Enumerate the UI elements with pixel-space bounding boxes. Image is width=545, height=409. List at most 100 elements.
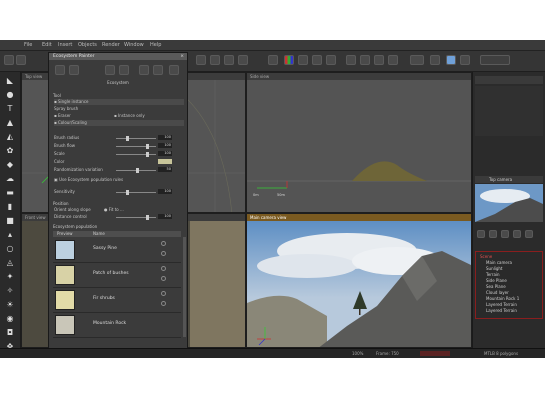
spot-light-icon[interactable]: ✧: [5, 286, 15, 296]
scale-icon[interactable]: [224, 55, 234, 65]
sphere-icon[interactable]: [298, 55, 308, 65]
camera-preview-thumbnail[interactable]: [475, 184, 543, 222]
tree-item[interactable]: Main camera: [486, 260, 512, 265]
cone-icon[interactable]: ▴: [5, 230, 15, 240]
randomization-slider[interactable]: [116, 168, 156, 173]
menu-item[interactable]: Window: [124, 42, 144, 48]
lock-icon[interactable]: [161, 251, 166, 256]
redo-icon[interactable]: [119, 65, 129, 75]
menu-item[interactable]: File: [24, 42, 32, 48]
tool-instance-only[interactable]: ▪ Instance only: [114, 113, 145, 119]
delete-icon[interactable]: [501, 230, 509, 238]
cube-icon[interactable]: ■: [5, 216, 15, 226]
visibility-icon[interactable]: [161, 241, 166, 246]
right-tabs[interactable]: [475, 76, 543, 84]
tree-item[interactable]: Sea Plane: [486, 284, 506, 289]
text-tool-icon[interactable]: T: [5, 104, 15, 114]
add-object-icon[interactable]: [477, 230, 485, 238]
tree-item[interactable]: Side Plane: [486, 278, 507, 283]
tree-item[interactable]: Cloud layer: [486, 290, 509, 295]
side-view-viewport[interactable]: Side view 0m 50m: [246, 72, 472, 213]
group-object-icon[interactable]: [513, 230, 521, 238]
visibility-icon[interactable]: [161, 291, 166, 296]
scale-slider[interactable]: [116, 152, 156, 157]
orient-along-slope[interactable]: Orient along slope: [54, 207, 91, 212]
tree-item[interactable]: Terrain: [486, 272, 500, 277]
render-icon[interactable]: [268, 55, 278, 65]
population-scrollbar[interactable]: [183, 237, 186, 337]
globe-icon[interactable]: [153, 65, 163, 75]
close-icon[interactable]: ×: [180, 53, 184, 60]
cloud-tool-icon[interactable]: ☁: [5, 174, 15, 184]
color-swatch[interactable]: [158, 159, 172, 164]
preview-tab[interactable]: Top camera: [475, 176, 543, 183]
paint-brush-icon[interactable]: [55, 65, 65, 75]
brush-radius-slider[interactable]: [116, 136, 156, 141]
distance-value[interactable]: 100: [158, 214, 172, 219]
ecosystem-item[interactable]: Patch of bushes: [53, 263, 181, 288]
main-camera-viewport[interactable]: Main camera view: [246, 213, 472, 348]
tree-item[interactable]: Layered Terrain: [486, 302, 517, 307]
sensitivity-slider[interactable]: [116, 190, 156, 195]
sensitivity-value[interactable]: 100: [158, 189, 172, 194]
brush-flow-value[interactable]: 100: [158, 143, 172, 148]
color-icon[interactable]: [284, 55, 294, 65]
scale-value[interactable]: 100: [158, 151, 172, 156]
zoom-in-icon[interactable]: [346, 55, 356, 65]
use-population-rules[interactable]: ▣ Use Ecosystem population rules: [54, 177, 184, 183]
brush-flow-slider[interactable]: [116, 144, 156, 149]
menu-item[interactable]: Edit: [42, 42, 52, 48]
pan-icon[interactable]: [374, 55, 384, 65]
link-icon[interactable]: [525, 230, 533, 238]
brush-radius-value[interactable]: 100: [158, 135, 172, 140]
more-icon[interactable]: [169, 65, 179, 75]
rotate-icon[interactable]: [210, 55, 220, 65]
light-icon[interactable]: ✦: [5, 272, 15, 282]
randomization-value[interactable]: 50: [158, 167, 172, 172]
ecosystem-item[interactable]: Mountain Rock: [53, 313, 181, 338]
sun-icon[interactable]: ☀: [5, 300, 15, 310]
pyramid-icon[interactable]: ◬: [5, 258, 15, 268]
tool-spray-brush[interactable]: Spray brush: [54, 106, 184, 112]
options-icon[interactable]: [480, 55, 510, 65]
tree-item[interactable]: Layered Terrain: [486, 308, 517, 313]
camera-icon[interactable]: [238, 55, 248, 65]
display-mode-icon[interactable]: [410, 55, 424, 65]
ecosystem-item[interactable]: Sassy Pine: [53, 238, 181, 263]
water-icon[interactable]: ▬: [5, 188, 15, 198]
lock-icon[interactable]: [161, 301, 166, 306]
tree-item[interactable]: Scene: [480, 254, 492, 259]
torus-icon[interactable]: ○: [5, 244, 15, 254]
distance-slider[interactable]: [116, 215, 156, 220]
render-preview-icon[interactable]: [430, 55, 440, 65]
terrain-icon[interactable]: [326, 55, 336, 65]
menu-item[interactable]: Insert: [58, 42, 72, 48]
lock-icon[interactable]: [161, 276, 166, 281]
undo-icon[interactable]: [105, 65, 115, 75]
open-icon[interactable]: [16, 55, 26, 65]
fit-to-option[interactable]: ● Fit to ...: [104, 207, 124, 213]
tool-colour-scaling[interactable]: ▪ Colour/Scaling: [54, 120, 184, 126]
cylinder-icon[interactable]: ▮: [5, 202, 15, 212]
rock-icon[interactable]: ◆: [5, 160, 15, 170]
zoom-out-icon[interactable]: [360, 55, 370, 65]
panel-title-bar[interactable]: Ecosystem Painter ×: [49, 53, 187, 60]
duplicate-icon[interactable]: [489, 230, 497, 238]
selection-icon[interactable]: [69, 65, 79, 75]
plant-icon[interactable]: ✿: [5, 146, 15, 156]
move-icon[interactable]: [196, 55, 206, 65]
tool-single-instance[interactable]: ▪ Single instance: [54, 99, 184, 105]
camera-tool-icon[interactable]: ◘: [5, 328, 15, 338]
menu-item[interactable]: Render: [102, 42, 120, 48]
ecosystem-item[interactable]: Fir shrubs: [53, 288, 181, 313]
film-icon[interactable]: [460, 55, 470, 65]
tree-item[interactable]: Sunlight: [486, 266, 502, 271]
menu-item[interactable]: Help: [150, 42, 161, 48]
lightbulb-icon[interactable]: ◉: [5, 314, 15, 324]
arrow-icon[interactable]: ◣: [5, 76, 15, 86]
fit-icon[interactable]: [388, 55, 398, 65]
cloud-icon[interactable]: [312, 55, 322, 65]
sky-icon[interactable]: [446, 55, 456, 65]
skull-icon[interactable]: [139, 65, 149, 75]
mountain-icon[interactable]: ▲: [5, 118, 15, 128]
